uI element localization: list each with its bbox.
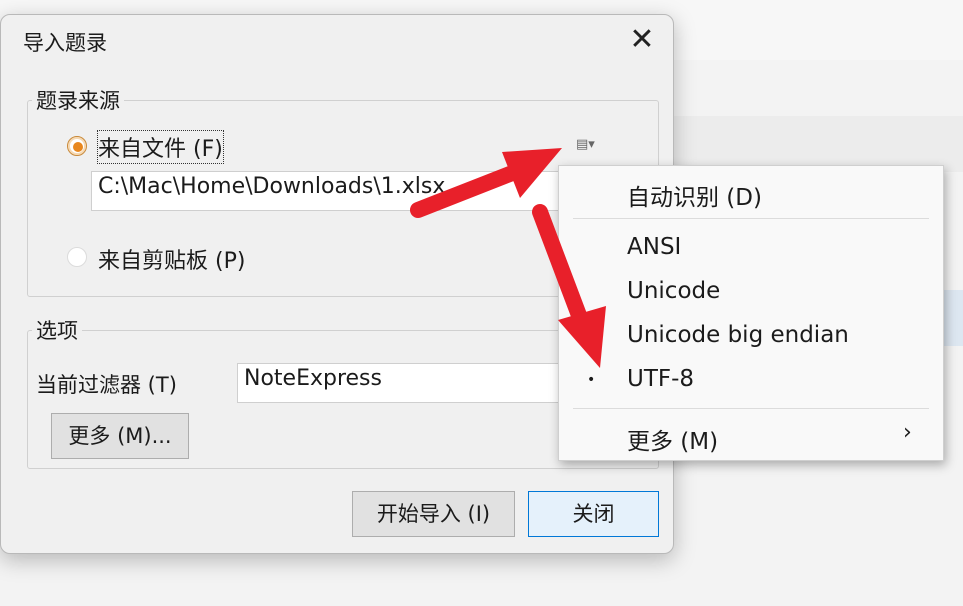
filter-label: 当前过滤器 (T) [36, 373, 177, 397]
dialog-title: 导入题录 [23, 31, 107, 55]
menu-item-utf8[interactable]: UTF-8 [627, 366, 694, 392]
menu-item-ansi[interactable]: ANSI [627, 234, 681, 260]
start-import-button[interactable]: 开始导入 (I) [352, 491, 515, 537]
encoding-menu: 自动识别 (D) ANSI Unicode Unicode big endian… [558, 165, 944, 461]
menu-item-unicode-big-endian[interactable]: Unicode big endian [627, 322, 849, 348]
menu-separator [573, 408, 929, 409]
source-group-legend: 题录来源 [36, 89, 120, 113]
close-icon[interactable]: ✕ [624, 23, 660, 59]
menu-item-more[interactable]: 更多 (M) [627, 422, 718, 456]
filter-field[interactable]: NoteExpress [237, 363, 561, 403]
close-button[interactable]: 关闭 [528, 491, 659, 537]
from-clipboard-label[interactable]: 来自剪贴板 (P) [98, 243, 245, 275]
more-options-button[interactable]: 更多 (M)... [51, 413, 189, 459]
menu-item-auto-detect[interactable]: 自动识别 (D) [627, 178, 762, 212]
menu-item-unicode[interactable]: Unicode [627, 278, 720, 304]
from-file-label[interactable]: 来自文件 (F) [97, 130, 224, 164]
file-path-field[interactable]: C:\Mac\Home\Downloads\1.xlsx [91, 171, 561, 211]
chevron-right-icon: › [903, 420, 912, 445]
selected-bullet-icon: • [587, 372, 596, 388]
menu-separator [573, 218, 929, 219]
from-file-radio[interactable] [67, 136, 87, 156]
encoding-menu-icon[interactable]: ▤▾ [576, 137, 595, 152]
from-clipboard-radio[interactable] [67, 247, 87, 267]
options-group-legend: 选项 [36, 319, 78, 343]
